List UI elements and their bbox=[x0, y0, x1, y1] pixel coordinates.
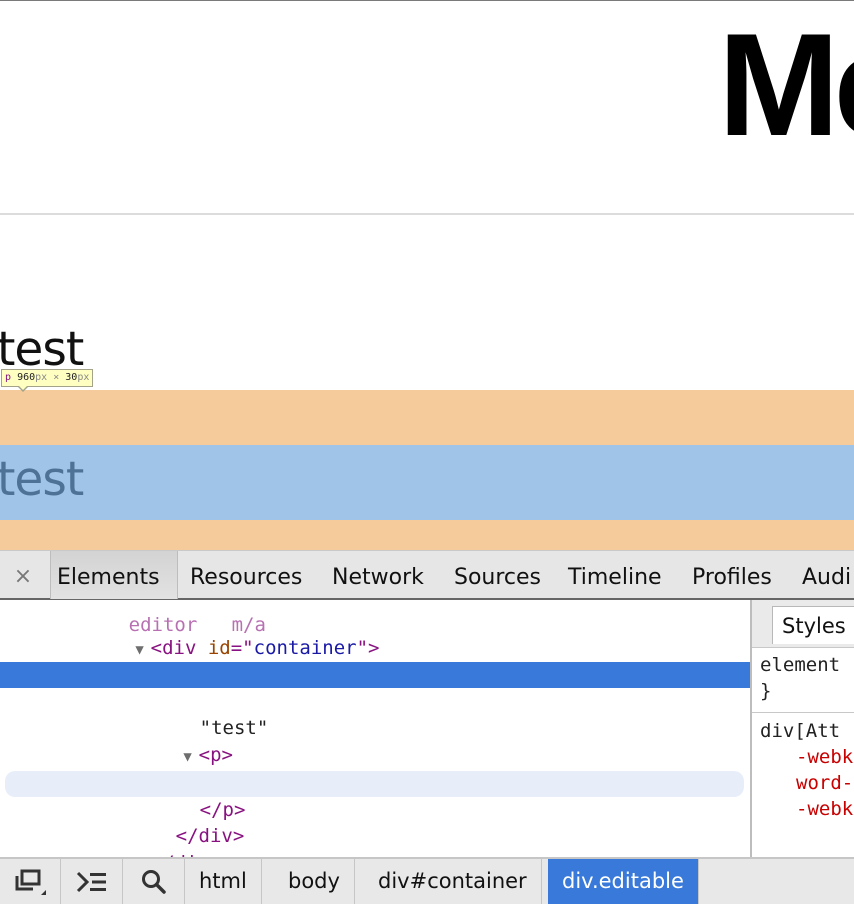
console-toggle-button[interactable] bbox=[61, 859, 123, 904]
tab-network[interactable]: Network bbox=[326, 551, 430, 599]
tab-audits[interactable]: Audi bbox=[796, 551, 854, 599]
style-property[interactable]: word- bbox=[796, 770, 853, 796]
tab-timeline[interactable]: Timeline bbox=[562, 551, 668, 599]
tab-resources[interactable]: Resources bbox=[184, 551, 308, 599]
dock-side-icon bbox=[15, 869, 46, 895]
element-size-tooltip: p 960px × 30px bbox=[1, 369, 94, 392]
breadcrumb-html[interactable]: html bbox=[185, 859, 262, 904]
breadcrumb-div-editable[interactable]: div.editable bbox=[548, 859, 699, 904]
dom-line-container-close[interactable]: </div> bbox=[0, 824, 751, 857]
style-rule-divider bbox=[752, 712, 854, 713]
header-divider bbox=[0, 213, 854, 215]
tab-styles[interactable]: Styles bbox=[772, 606, 854, 644]
highlight-margin-bottom bbox=[0, 520, 854, 550]
style-property[interactable]: -webk bbox=[796, 744, 853, 770]
tooltip-arrow bbox=[17, 385, 29, 392]
style-rule-selector[interactable]: div[Att bbox=[760, 718, 840, 744]
style-rule-close: } bbox=[760, 680, 772, 702]
tooltip-width: 960 bbox=[17, 372, 36, 383]
styles-sidebar: Styles element } div[Att -webk word- -we… bbox=[752, 600, 854, 857]
tab-sources[interactable]: Sources bbox=[448, 551, 547, 599]
inspect-element-button[interactable] bbox=[123, 859, 185, 904]
highlight-margin-top bbox=[0, 390, 854, 445]
page-viewport: Me test test p 960px × 30px bbox=[0, 0, 854, 550]
tab-profiles[interactable]: Profiles bbox=[686, 551, 778, 599]
search-icon bbox=[141, 869, 166, 894]
tab-elements[interactable]: Elements bbox=[50, 551, 178, 599]
dom-line-h1[interactable]: <h1>Medium Editor</h1> bbox=[0, 636, 751, 686]
devtools-tab-bar: × Elements Resources Network Sources Tim… bbox=[0, 550, 854, 600]
style-rule-selector[interactable]: element bbox=[760, 652, 840, 678]
page-heading: Me bbox=[718, 3, 854, 166]
breadcrumb-div-container[interactable]: div#container bbox=[364, 859, 542, 904]
tooltip-height: 30 bbox=[65, 372, 78, 383]
dom-line-text-node[interactable]: "test" bbox=[0, 689, 751, 739]
dom-line-p-open[interactable]: ▼ <p> bbox=[0, 716, 751, 766]
console-icon bbox=[76, 871, 106, 892]
style-property[interactable]: -webk bbox=[796, 796, 853, 822]
dom-line-div-close[interactable]: </div> bbox=[0, 797, 751, 847]
highlight-content-box bbox=[0, 445, 854, 520]
devtools-panel: × Elements Resources Network Sources Tim… bbox=[0, 550, 854, 904]
highlighted-paragraph[interactable]: test bbox=[0, 452, 84, 508]
devtools-status-bar: html body div#container div.editable bbox=[0, 857, 854, 904]
dock-toggle-button[interactable] bbox=[0, 859, 61, 904]
tooltip-tag: p bbox=[5, 372, 12, 383]
dom-line-p-close-hovered[interactable]: </p> bbox=[5, 771, 744, 821]
styles-header: Styles bbox=[752, 600, 854, 648]
dom-line-container[interactable]: ▼ <div id="container"> bbox=[0, 609, 751, 659]
breadcrumb-body[interactable]: body bbox=[274, 859, 355, 904]
dom-tree[interactable]: editor m/a ▼<div id="container"> <h1>Med… bbox=[0, 600, 751, 857]
dom-line-p-text[interactable]: "test" bbox=[0, 743, 751, 793]
window-top-border bbox=[0, 0, 854, 1]
close-devtools-button[interactable]: × bbox=[8, 563, 38, 591]
dom-line-editable-selected[interactable]: ▼ <div class="editable" contenteditable="… bbox=[0, 662, 751, 712]
